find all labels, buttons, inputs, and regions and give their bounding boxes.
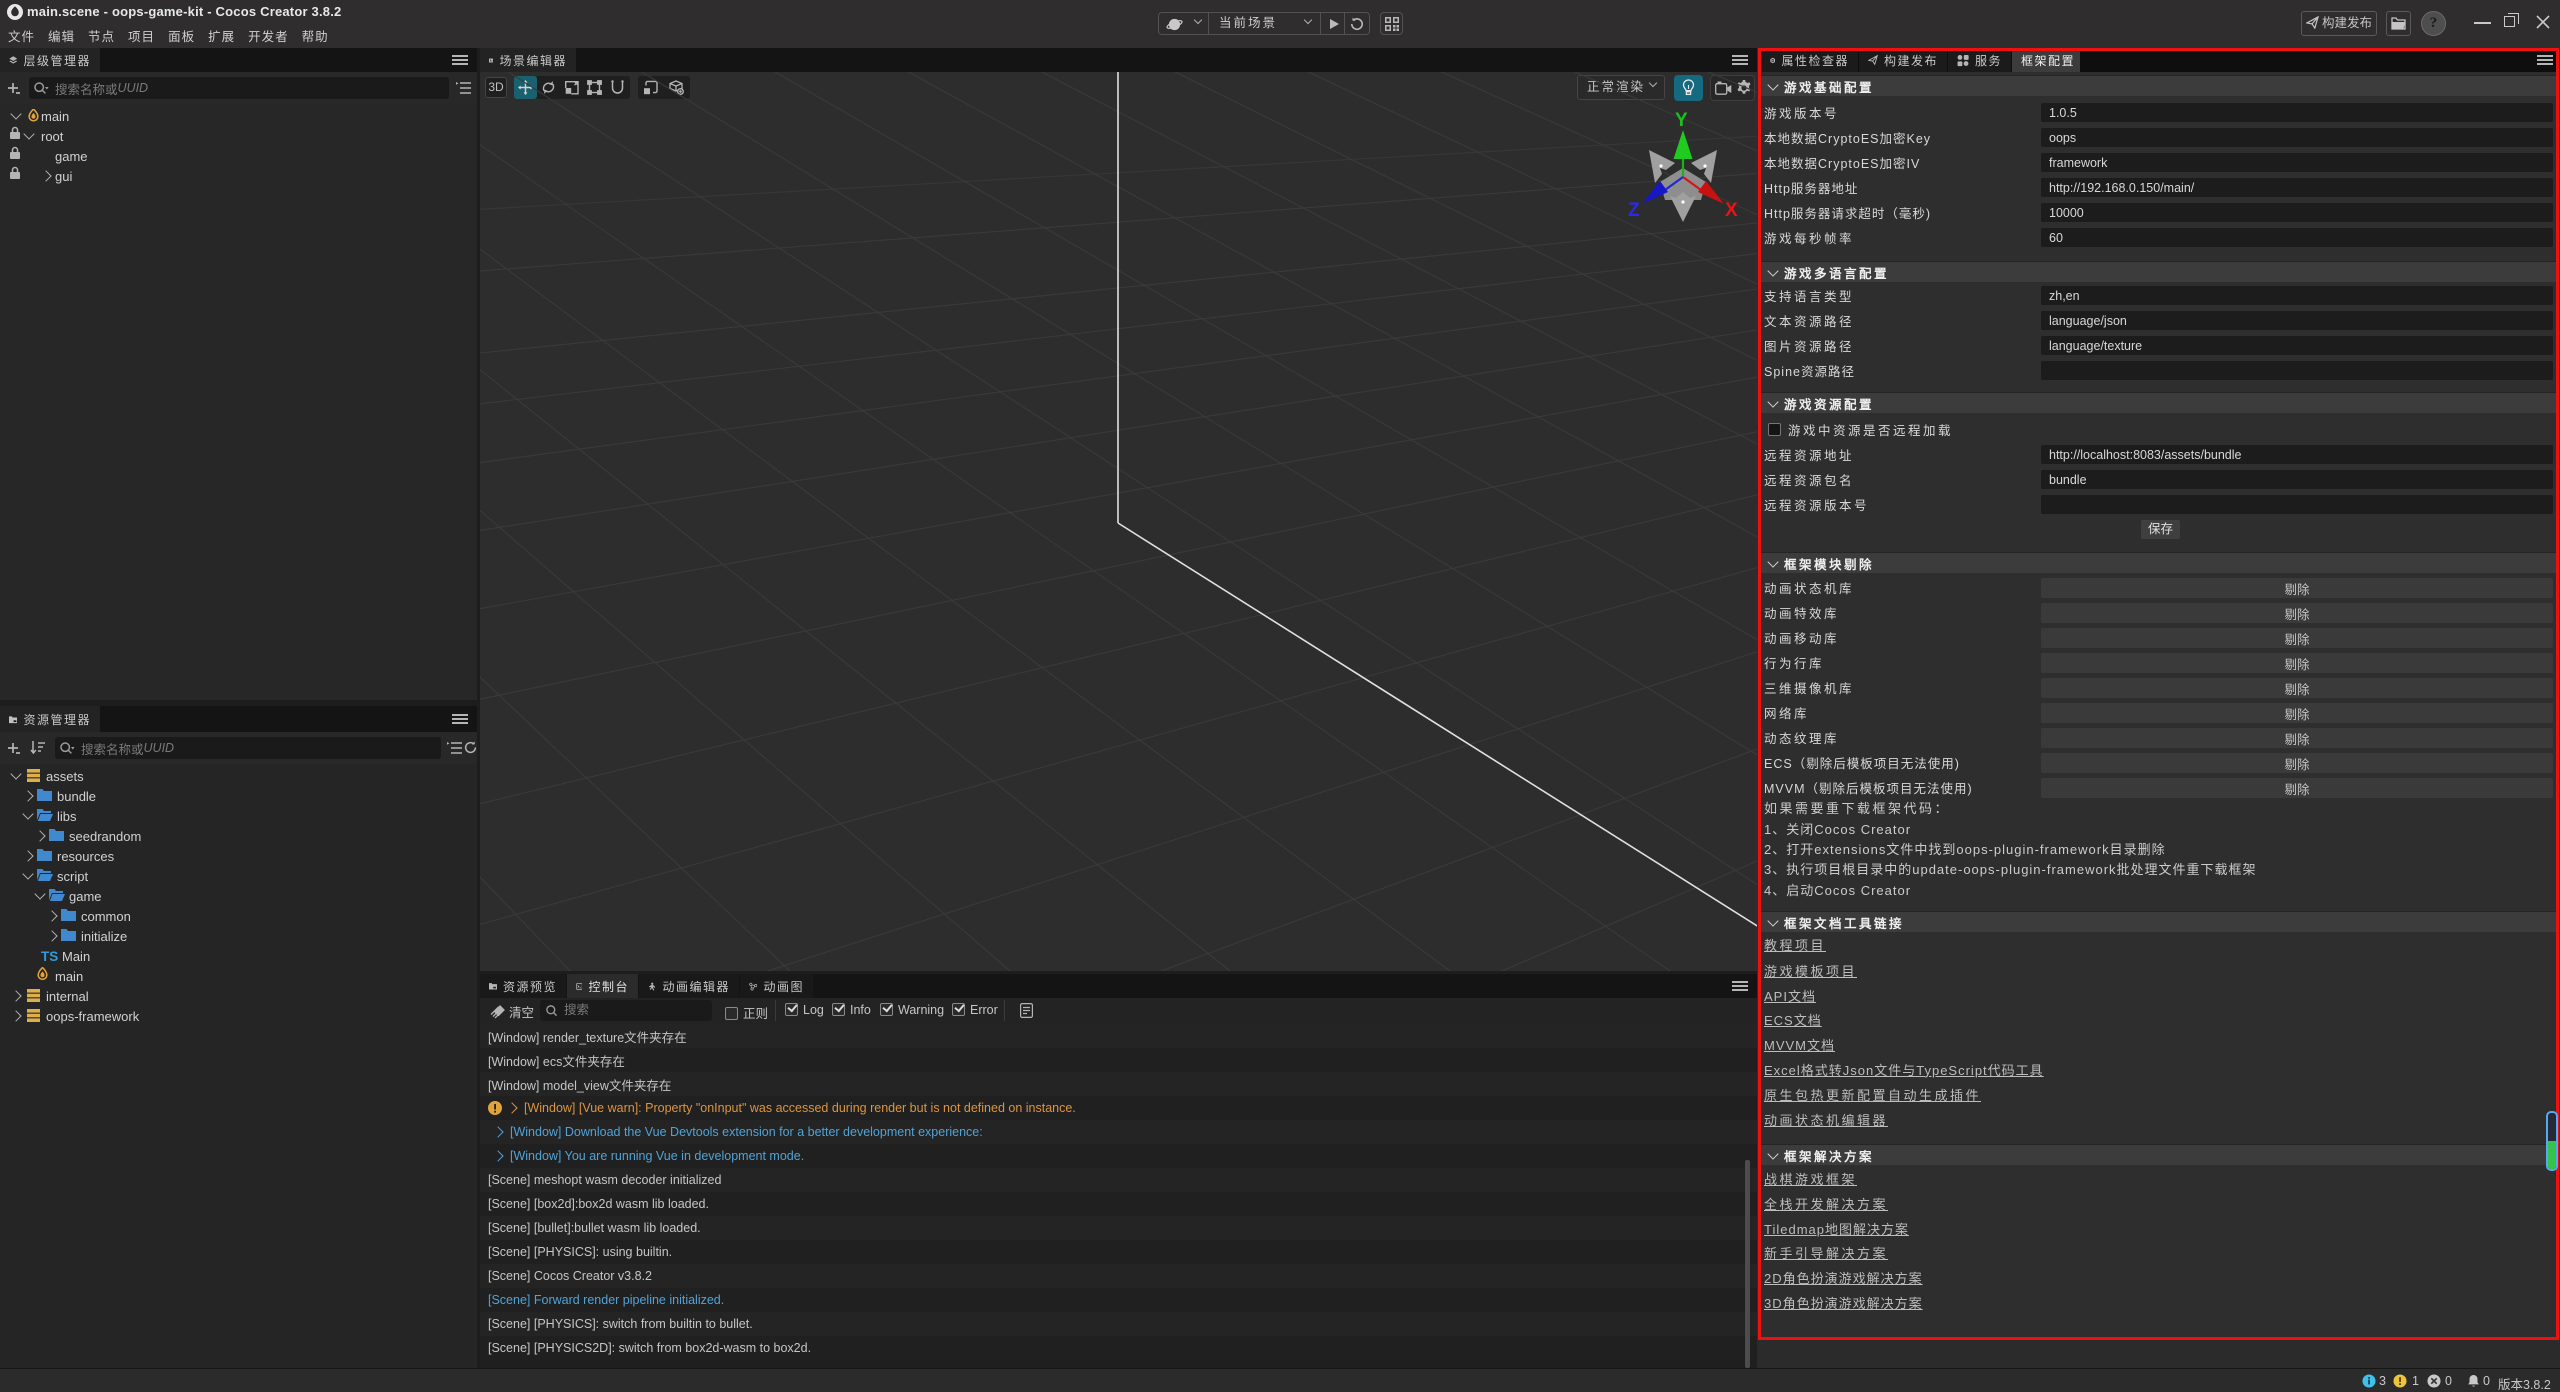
svg-text:X: X [1725,200,1738,221]
svg-text:Y: Y [1675,110,1688,131]
svg-text:Z: Z [1628,200,1640,221]
